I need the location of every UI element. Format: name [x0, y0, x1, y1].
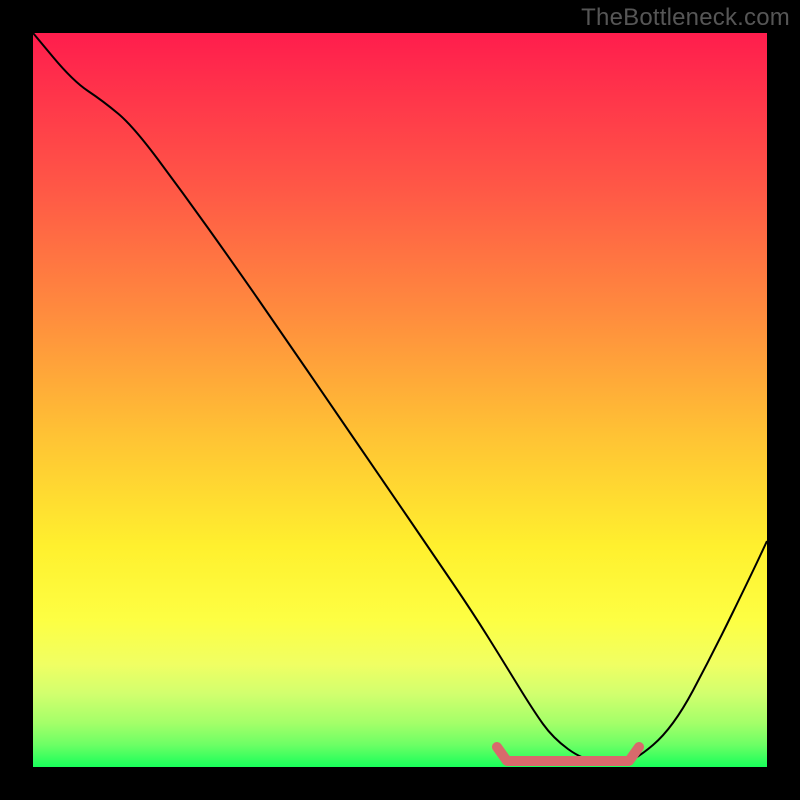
attribution-text: TheBottleneck.com: [581, 4, 790, 32]
bottleneck-curve: [33, 33, 767, 763]
chart-plot-area: [33, 33, 767, 767]
chart-svg: [33, 33, 767, 767]
optimal-segment: [503, 756, 633, 766]
chart-frame: TheBottleneck.com: [0, 0, 800, 800]
